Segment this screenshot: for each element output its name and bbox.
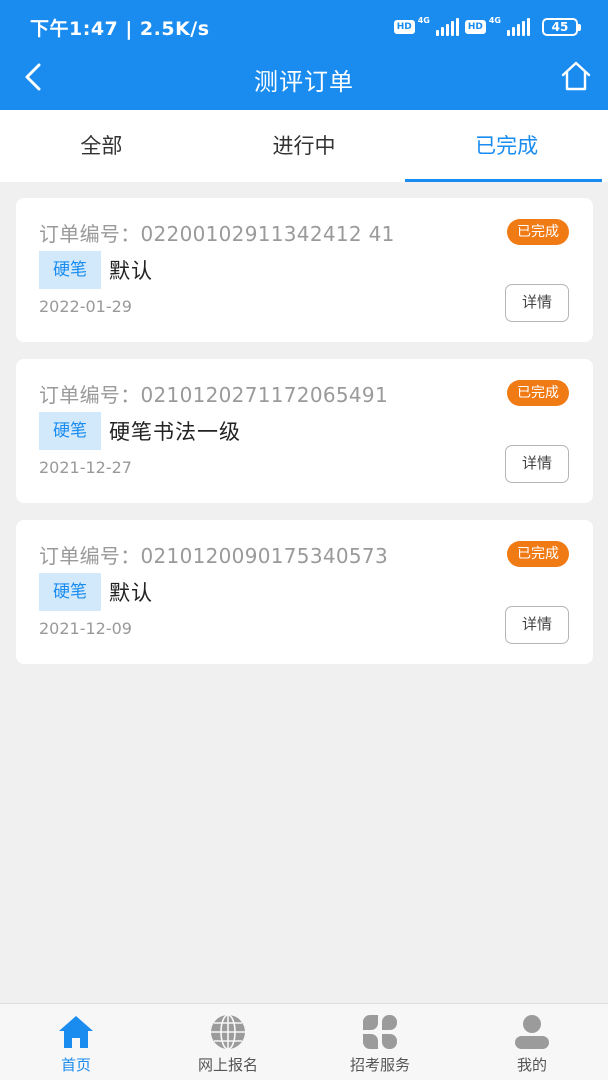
tab-all[interactable]: 全部 [0,110,203,182]
tab-completed[interactable]: 已完成 [405,110,608,182]
order-date: 2022-01-29 [39,297,132,316]
nav-label: 首页 [60,1056,91,1074]
status-indicators: HD 4G HD 4G 45 [393,14,581,40]
order-date: 2021-12-27 [39,458,132,477]
bottom-nav: 首页 网上报名 招考服务 我的 [0,1003,608,1080]
order-list: 订单编号：02200102911342412 41 已完成 硬笔 默认 2022… [16,198,593,681]
hd-badge: HD [464,20,486,34]
status-badge: 已完成 [507,219,569,245]
page-title: 测评订单 [254,68,354,96]
nav-item-exam-services[interactable]: 招考服务 [304,1004,456,1080]
order-card: 订单编号：0210120271172065491 已完成 硬笔 硬笔书法一级 2… [16,359,593,503]
battery-icon: 45 [542,18,581,36]
nav-bar: 测评订单 [0,52,608,110]
nav-label: 网上报名 [197,1056,258,1074]
home-icon [59,1016,93,1048]
network-type: 4G [417,15,430,25]
status-badge: 已完成 [507,541,569,567]
order-number: 订单编号：0210120271172065491 [39,383,388,407]
hd-badge: HD [393,20,415,34]
status-time: 下午1:47 | 2.5K/s [30,18,210,40]
status-bar: 下午1:47 | 2.5K/s HD 4G HD 4G 45 [0,0,608,52]
user-icon [515,1015,549,1049]
order-name: 硬笔书法一级 [109,420,241,444]
clover-icon [363,1015,397,1049]
nav-item-home[interactable]: 首页 [0,1004,152,1080]
detail-button[interactable]: 详情 [505,445,569,483]
active-tab-indicator [405,179,603,182]
tab-completed-label: 已完成 [475,134,539,158]
detail-button[interactable]: 详情 [505,606,569,644]
signal-icon [507,18,530,36]
category-tag: 硬笔 [39,573,101,611]
order-name: 默认 [109,581,153,605]
app-screen: 下午1:47 | 2.5K/s HD 4G HD 4G 45 测评订单 全部 进… [0,0,608,1080]
order-number: 订单编号：02200102911342412 41 [39,222,395,246]
network-type: 4G [488,15,501,25]
category-tag: 硬笔 [39,412,101,450]
home-icon [561,61,591,91]
order-number: 订单编号：0210120090175340573 [39,544,388,568]
category-tag: 硬笔 [39,251,101,289]
signal-icon [435,18,459,36]
nav-item-mine[interactable]: 我的 [456,1004,608,1080]
tab-bar: 全部 进行中 已完成 [0,110,608,182]
status-badge: 已完成 [507,380,569,406]
detail-button[interactable]: 详情 [505,284,569,322]
nav-item-online-registration[interactable]: 网上报名 [152,1004,304,1080]
home-button[interactable] [558,58,594,94]
order-date: 2021-12-09 [39,619,132,638]
order-name: 默认 [109,259,153,283]
nav-label: 招考服务 [349,1056,410,1074]
nav-label: 我的 [516,1056,547,1074]
order-card: 订单编号：0210120090175340573 已完成 硬笔 默认 2021-… [16,520,593,664]
header: 下午1:47 | 2.5K/s HD 4G HD 4G 45 测评订单 [0,0,608,110]
tab-in-progress[interactable]: 进行中 [203,110,406,182]
order-card: 订单编号：02200102911342412 41 已完成 硬笔 默认 2022… [16,198,593,342]
globe-icon [211,1014,245,1050]
